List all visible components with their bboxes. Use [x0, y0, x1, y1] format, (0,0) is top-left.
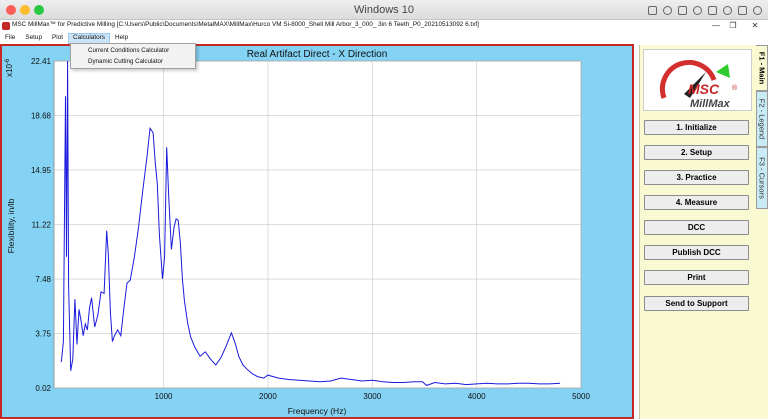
- close-button[interactable]: ✕: [748, 20, 762, 33]
- app-icon: [2, 22, 10, 30]
- y-tick-label: 18.68: [31, 111, 52, 120]
- tab-main-label: F1 - Main: [757, 51, 766, 85]
- flexibility-chart: 1000 2000 3000 4000 5000 0.02 3.75 7.48 11.22 14.…: [5, 49, 590, 416]
- msc-logo-icon: MSC MillMax ®: [659, 59, 738, 110]
- print-button[interactable]: Print: [644, 270, 749, 285]
- logo-green-mark: [716, 64, 730, 78]
- y-tick-label: 7.48: [35, 275, 51, 284]
- send-to-support-button[interactable]: Send to Support: [644, 296, 749, 311]
- practice-button[interactable]: 3. Practice: [644, 170, 749, 185]
- window-title-bar: MSC MillMax™ for Predictive Milling [C:\…: [0, 20, 768, 33]
- y-tick-label: 3.75: [35, 330, 51, 339]
- tab-cursors-label: F3 - Cursors: [757, 157, 767, 199]
- settings-icon[interactable]: [753, 5, 762, 15]
- minimize-button[interactable]: —: [709, 20, 723, 33]
- display-icon[interactable]: [738, 5, 747, 15]
- measure-button[interactable]: 4. Measure: [644, 195, 749, 210]
- setup-button[interactable]: 2. Setup: [644, 145, 749, 160]
- audio-icon[interactable]: [693, 5, 702, 15]
- logo-registered-mark: ®: [732, 84, 738, 92]
- y-exponent-power: -6: [5, 58, 11, 64]
- current-conditions-calculator-item[interactable]: Current Conditions Calculator: [71, 46, 195, 57]
- y-axis-label: Flexibility, in/lb: [6, 198, 16, 253]
- y-tick-label: 22.41: [31, 57, 52, 66]
- tab-legend[interactable]: F2 - Legend: [756, 91, 768, 147]
- clock-icon[interactable]: [663, 5, 672, 15]
- initialize-button[interactable]: 1. Initialize: [644, 120, 749, 135]
- host-title-bar: Windows 10: [0, 0, 768, 20]
- menu-plot[interactable]: Plot: [47, 33, 68, 44]
- x-tick-label: 1000: [155, 392, 173, 401]
- logo-msc-text: MSC: [688, 81, 720, 97]
- camera-icon[interactable]: [708, 5, 717, 15]
- usb-icon[interactable]: [723, 5, 732, 15]
- side-panel: MSC MillMax ® 1. Initialize 2. Setup 3. …: [639, 45, 756, 419]
- calculators-dropdown: Current Conditions Calculator Dynamic Cu…: [70, 43, 196, 69]
- menu-setup[interactable]: Setup: [20, 33, 47, 44]
- chart-title: Real Artifact Direct - X Direction: [247, 49, 388, 60]
- dcc-button[interactable]: DCC: [644, 220, 749, 235]
- x-tick-label: 3000: [363, 392, 381, 401]
- windows-icon[interactable]: [648, 5, 657, 15]
- x-tick-label: 4000: [468, 392, 486, 401]
- dynamic-cutting-calculator-item[interactable]: Dynamic Cutting Calculator: [71, 57, 195, 68]
- x-tick-label: 5000: [572, 392, 590, 401]
- x-tick-label: 2000: [259, 392, 277, 401]
- tab-main[interactable]: F1 - Main: [756, 45, 768, 91]
- publish-dcc-button[interactable]: Publish DCC: [644, 245, 749, 260]
- window-title: MSC MillMax™ for Predictive Milling [C:\…: [12, 21, 479, 28]
- host-tray: [648, 3, 762, 17]
- tab-cursors[interactable]: F3 - Cursors: [756, 147, 768, 209]
- millmax-logo: MSC MillMax ®: [643, 49, 752, 111]
- y-exponent-label: x10-6: [5, 58, 14, 77]
- restore-button[interactable]: ❐: [726, 20, 740, 33]
- menu-file[interactable]: File: [0, 33, 20, 44]
- keyboard-icon[interactable]: [678, 5, 687, 15]
- y-tick-label: 14.95: [31, 166, 52, 175]
- y-tick-label: 11.22: [32, 220, 52, 229]
- plot-panel: 1000 2000 3000 4000 5000 0.02 3.75 7.48 11.22 14.…: [0, 44, 634, 419]
- tab-legend-label: F2 - Legend: [757, 98, 767, 140]
- x-axis-label: Frequency (Hz): [288, 406, 347, 416]
- y-exponent-base: x10: [5, 64, 14, 77]
- vertical-tabs: F1 - Main F2 - Legend F3 - Cursors: [756, 45, 768, 419]
- logo-millmax-text: MillMax: [690, 98, 731, 110]
- y-tick-label: 0.02: [35, 384, 51, 393]
